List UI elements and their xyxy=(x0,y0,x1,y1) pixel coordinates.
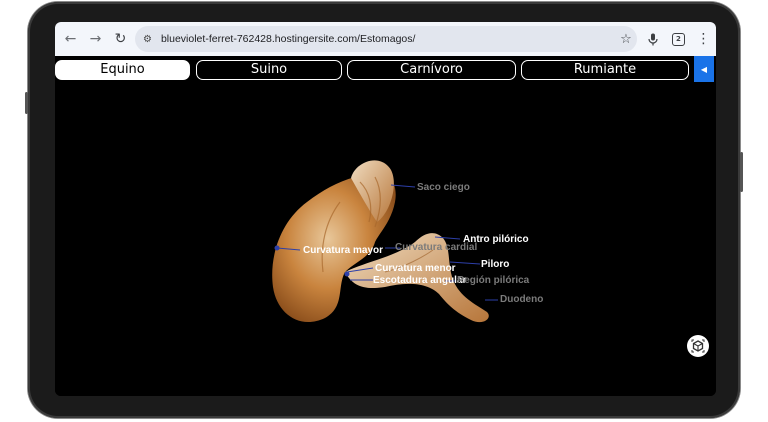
tab-suino[interactable]: Suino xyxy=(196,60,342,80)
site-settings-icon[interactable]: ⚙ xyxy=(143,34,159,45)
collapse-arrow-icon[interactable]: ◀ xyxy=(694,56,714,82)
label-curvatura-menor[interactable]: Curvatura menor xyxy=(375,263,456,274)
tab-switcher-button[interactable]: 2 xyxy=(666,26,691,52)
marker-dot xyxy=(344,271,350,277)
label-region-pilorica[interactable]: Región pilórica xyxy=(457,275,529,286)
marker-dot xyxy=(274,245,280,251)
label-piloro[interactable]: Piloro xyxy=(481,259,509,270)
label-saco-ciego[interactable]: Saco ciego xyxy=(417,182,470,193)
side-button xyxy=(740,152,743,192)
tab-carnivoro[interactable]: Carnívoro xyxy=(347,60,516,80)
back-arrow-icon[interactable]: ← xyxy=(58,26,83,52)
label-curvatura-mayor[interactable]: Curvatura mayor xyxy=(303,245,383,256)
label-duodeno[interactable]: Duodeno xyxy=(500,294,543,305)
url-text[interactable]: blueviolet-ferret-762428.hostingersite.c… xyxy=(161,33,615,45)
device-screen: ← → ↻ ⚙ blueviolet-ferret-762428.hosting… xyxy=(55,22,716,396)
tab-rumiante[interactable]: Rumiante xyxy=(521,60,689,80)
volume-button xyxy=(25,92,28,114)
ar-cube-icon xyxy=(691,339,705,353)
more-menu-icon[interactable]: ⋮ xyxy=(691,26,716,52)
stomach-model[interactable] xyxy=(55,82,716,396)
tab-count: 2 xyxy=(671,32,685,46)
label-cardias[interactable]: Curvatura cardial xyxy=(395,242,477,253)
browser-toolbar: ← → ↻ ⚙ blueviolet-ferret-762428.hosting… xyxy=(55,22,716,56)
microphone-icon[interactable] xyxy=(641,26,666,52)
category-tabs: Equino Suino Carnívoro Rumiante ◀ xyxy=(55,56,716,82)
label-escotadura[interactable]: Escotadura angular xyxy=(373,275,466,286)
address-bar[interactable]: ⚙ blueviolet-ferret-762428.hostingersite… xyxy=(134,26,637,52)
microphone-glyph xyxy=(648,33,659,45)
bookmark-star-icon[interactable]: ☆ xyxy=(615,32,637,47)
forward-arrow-icon[interactable]: → xyxy=(83,26,108,52)
tab-equino[interactable]: Equino xyxy=(55,60,190,80)
model-viewer[interactable]: Saco ciego Antro pilórico Curvatura card… xyxy=(55,82,716,396)
view-in-ar-button[interactable] xyxy=(687,335,709,357)
reload-icon[interactable]: ↻ xyxy=(108,26,133,52)
